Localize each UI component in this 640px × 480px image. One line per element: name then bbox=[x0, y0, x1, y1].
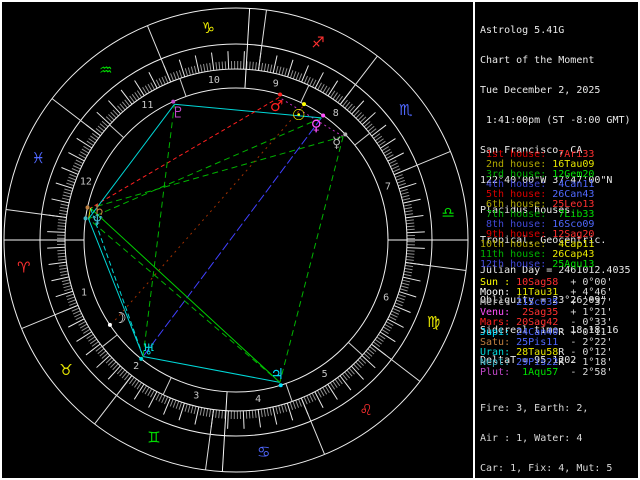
zodiac-glyph-virgo: ♍ bbox=[427, 313, 440, 331]
aspect-quincunx bbox=[112, 106, 304, 324]
planet-glyph-neptune: ♆ bbox=[91, 211, 104, 229]
planet-glyph-venus: ♀ bbox=[311, 116, 322, 134]
house-value: 25Aqu13 bbox=[552, 259, 595, 270]
house-number: 12 bbox=[80, 176, 92, 187]
planet-glyphs: ☉☽☿♀♂♃♄♅♆♇ bbox=[91, 97, 342, 383]
planet-glyph-moon: ☽ bbox=[113, 309, 126, 327]
planet-glyph-mercury: ☿ bbox=[332, 134, 341, 152]
house-numbers: 123 456789101112 bbox=[80, 75, 391, 405]
zodiac-glyph-sagittarius: ♐ bbox=[311, 33, 324, 51]
zodiac-glyph-gemini: ♊ bbox=[147, 429, 160, 447]
house-number: 8 bbox=[333, 108, 339, 119]
house-number: 10 bbox=[208, 75, 220, 86]
house-number: 9 bbox=[273, 78, 279, 89]
planet-glyph-pluto: ♇ bbox=[171, 104, 184, 122]
zodiac-glyph-aquarius: ♒ bbox=[99, 61, 112, 79]
house-number: 2 bbox=[133, 361, 139, 372]
house-number: 3 bbox=[193, 391, 199, 402]
tally-elements-1: Fire: 3, Earth: 2, bbox=[480, 403, 589, 414]
natal-wheel-chart: ♈♉♊♋♌♍♎♏♐♑♒♓123 456789101112☉☽☿♀♂♃♄♅♆♇ bbox=[3, 7, 469, 473]
planet-name: Plut: bbox=[480, 367, 517, 378]
zodiac-glyph-pisces: ♓ bbox=[32, 149, 45, 167]
aspect-trine bbox=[90, 135, 344, 209]
app-title: Astrolog 5.41G bbox=[480, 25, 565, 36]
element-tally-list: Fire: 3, Earth: 2, Air : 1, Water: 4 Car… bbox=[480, 384, 613, 478]
house-row: 12th house: 25Aqu13 bbox=[480, 260, 594, 270]
degree-tick-ring bbox=[47, 51, 425, 429]
aspect-trine bbox=[88, 117, 322, 220]
aspect-trine bbox=[279, 136, 344, 383]
planet-position: 1Aqu57 bbox=[516, 367, 559, 378]
chart-type: Chart of the Moment bbox=[480, 55, 595, 66]
degree-marker-mercury bbox=[343, 132, 348, 137]
aspect-trine bbox=[142, 104, 175, 357]
house-number: 7 bbox=[385, 181, 391, 192]
degree-marker-moon bbox=[107, 322, 112, 327]
house-cusp-spokes bbox=[4, 8, 468, 472]
zodiac-glyph-aries: ♈ bbox=[17, 259, 30, 277]
house-number: 5 bbox=[322, 369, 328, 380]
degree-marker-jupiter bbox=[278, 383, 283, 388]
house-cusp-list: 1st house: 7Ari33 2nd house: 16Tau09 3rd… bbox=[480, 150, 594, 270]
zodiac-glyph-capricorn: ♑ bbox=[202, 19, 215, 37]
zodiac-glyph-taurus: ♉ bbox=[59, 361, 72, 379]
aspect-sextile bbox=[142, 355, 280, 383]
astrolog-window: ♈ ♉ ♊ ♋ ♌ ♍ ♎ ♏ ♐ ♑ ♒ ♓ 1 2 3 4 5 6 7 8 9 10 11 12 ☉ ☽ ☿ ♀ ♂ ♃ ♄ ♅ ♆ ♇ As… bbox=[0, 0, 640, 480]
chart-time: 1:41:00pm (ST -8:00 GMT) bbox=[480, 115, 631, 126]
planet-glyph-sun: ☉ bbox=[292, 106, 305, 124]
zodiac-glyph-scorpio: ♏ bbox=[399, 101, 413, 119]
planet-position-list: Sun : 10Sag58 + 0°00' Moon: 11Tau31 + 4°4… bbox=[480, 278, 612, 378]
tally-modes: Car: 1, Fix: 4, Mut: 5 bbox=[480, 463, 613, 474]
zodiac-glyph-libra: ♎ bbox=[441, 203, 454, 221]
degree-marker-neptune bbox=[83, 216, 88, 221]
house-number: 6 bbox=[383, 293, 389, 304]
house-number: 4 bbox=[255, 394, 261, 405]
aspect-opposition bbox=[142, 117, 322, 357]
planet-glyph-mars: ♂ bbox=[270, 97, 283, 115]
aspect-lines bbox=[88, 96, 344, 383]
house-number: 11 bbox=[141, 100, 153, 111]
degree-marker-mars bbox=[278, 92, 283, 97]
panel-separator bbox=[473, 2, 475, 478]
tally-elements-2: Air : 1, Water: 4 bbox=[480, 433, 583, 444]
planet-latitude: - 2°58' bbox=[564, 367, 613, 378]
planet-glyph-jupiter: ♃ bbox=[270, 365, 283, 383]
planet-glyph-uranus: ♅ bbox=[142, 340, 155, 358]
zodiac-glyph-cancer: ♋ bbox=[257, 443, 270, 461]
planet-row: Plut: 1Aqu57 - 2°58' bbox=[480, 368, 612, 378]
house-label: 12th house: bbox=[480, 259, 553, 270]
chart-info-sidebar: Astrolog 5.41G Chart of the Moment Tue D… bbox=[478, 2, 638, 478]
chart-date: Tue December 2, 2025 bbox=[480, 85, 601, 96]
zodiac-glyph-leo: ♌ bbox=[359, 401, 372, 419]
degree-marker-saturn bbox=[85, 205, 90, 210]
aspect-trine bbox=[88, 218, 281, 383]
house-number: 1 bbox=[81, 288, 87, 299]
